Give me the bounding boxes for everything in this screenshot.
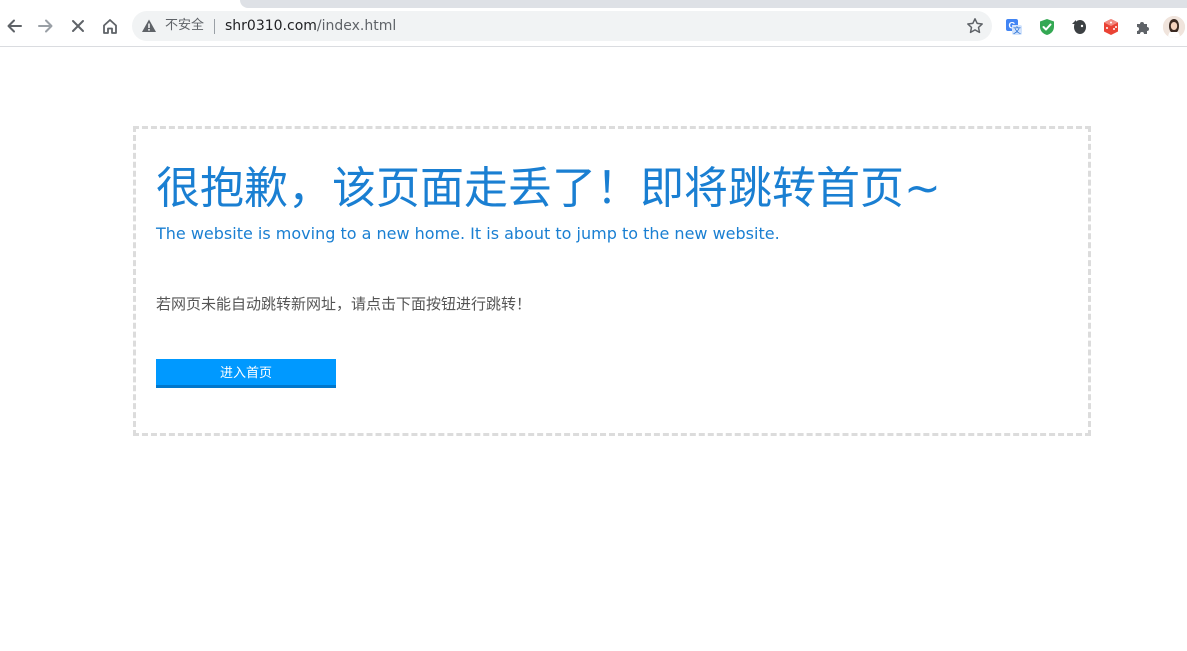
page-title: 很抱歉，该页面走丢了！即将跳转首页~: [156, 163, 941, 214]
dice-extension-icon: [1104, 19, 1118, 35]
extensions-menu-button[interactable]: [1133, 17, 1153, 37]
svg-text:文: 文: [1013, 25, 1021, 35]
back-button[interactable]: [0, 12, 28, 40]
tab-strip: [240, 0, 1187, 8]
home-icon: [103, 19, 117, 34]
browser-toolbar: 不安全 shr0310.com/index.html G 文: [0, 8, 1187, 47]
dice-extension-button[interactable]: [1101, 17, 1121, 37]
translate-extension-icon: G 文: [1006, 19, 1022, 35]
url-path: /index.html: [316, 18, 397, 34]
forward-arrow-icon: [38, 19, 53, 33]
profile-avatar-icon: [1163, 16, 1185, 38]
shield-extension-button[interactable]: [1037, 17, 1057, 37]
back-arrow-icon: [7, 19, 22, 33]
profile-avatar[interactable]: [1163, 16, 1185, 38]
enter-home-button[interactable]: 进入首页: [156, 359, 336, 388]
star-icon[interactable]: [966, 17, 984, 35]
notice-panel: 很抱歉，该页面走丢了！即将跳转首页~ The website is moving…: [133, 126, 1091, 436]
puzzle-extensions-icon: [1137, 22, 1149, 34]
evernote-extension-icon: [1072, 20, 1086, 34]
shield-extension-icon: [1040, 19, 1054, 35]
page-subtitle: The website is moving to a new home. It …: [156, 224, 780, 243]
url-host: shr0310.com: [225, 18, 317, 34]
redirect-instruction: 若网页未能自动跳转新网址，请点击下面按钮进行跳转！: [156, 295, 532, 313]
forward-button[interactable]: [32, 12, 60, 40]
url-text[interactable]: shr0310.com/index.html: [225, 11, 396, 41]
stop-loading-icon: [72, 20, 84, 32]
warning-triangle-icon: [142, 19, 156, 32]
home-button-browser[interactable]: [96, 12, 124, 40]
evernote-extension-button[interactable]: [1069, 17, 1089, 37]
translate-extension-button[interactable]: G 文: [1004, 17, 1024, 37]
security-status-label[interactable]: 不安全: [165, 11, 204, 41]
omnibox-divider: [214, 19, 215, 34]
stop-loading-button[interactable]: [64, 12, 92, 40]
address-bar[interactable]: 不安全 shr0310.com/index.html: [132, 11, 992, 41]
